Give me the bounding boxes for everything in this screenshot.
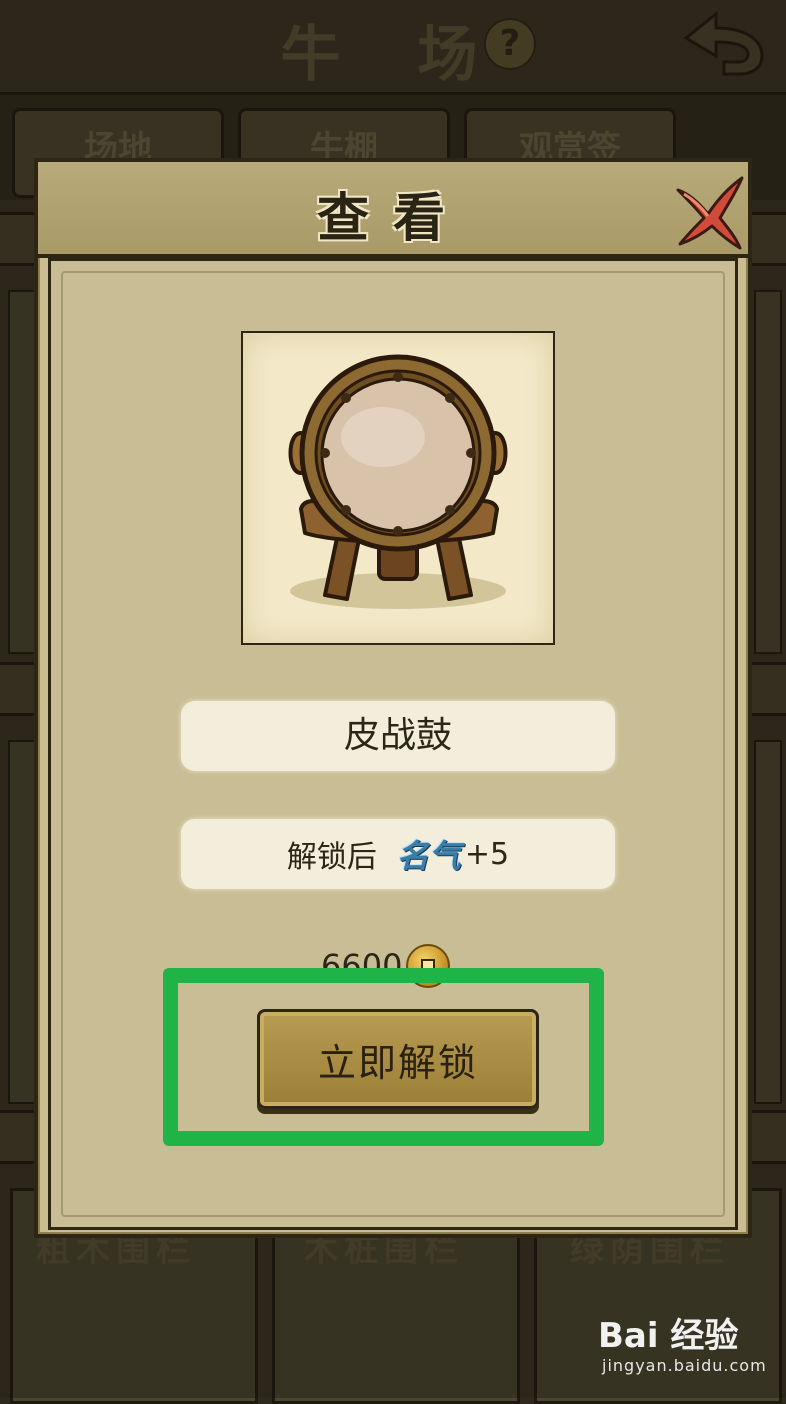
- item-name: 皮战鼓: [181, 701, 615, 771]
- fame-bonus-value: +5: [464, 836, 510, 872]
- war-drum-icon: [288, 354, 508, 609]
- watermark-brand: Bai 经验: [598, 1316, 739, 1356]
- close-button[interactable]: [670, 172, 750, 252]
- fame-label: 名气: [396, 837, 461, 875]
- unlock-bonus-info: 解锁后 名气 +5: [181, 819, 615, 889]
- highlight-annotation: [163, 968, 604, 1146]
- watermark-url: jingyan.baidu.com: [602, 1356, 767, 1375]
- dialog-title: 查看: [316, 188, 469, 249]
- baidu-watermark: Bai 经验 jingyan.baidu.com: [598, 1304, 778, 1386]
- item-image-frame: [241, 331, 555, 645]
- close-icon: [676, 176, 744, 250]
- dialog-header: 查看: [38, 162, 748, 258]
- unlock-prefix-label: 解锁后: [286, 840, 377, 875]
